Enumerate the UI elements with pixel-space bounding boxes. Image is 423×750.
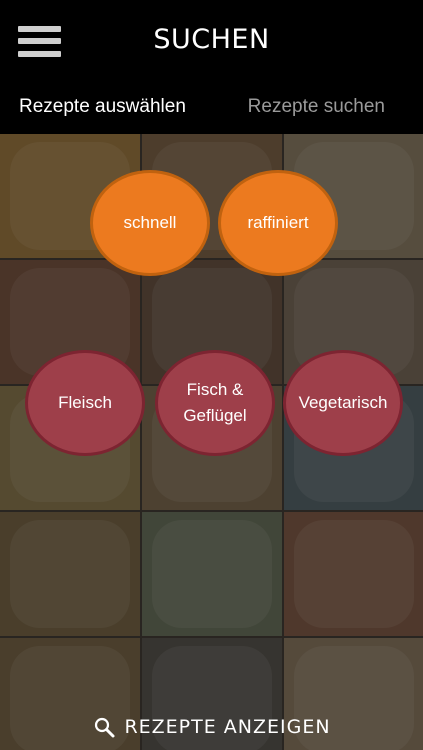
tab-rezepte-suchen[interactable]: Rezepte suchen — [248, 96, 385, 118]
filter-raffiniert-button[interactable]: raffiniert — [218, 170, 338, 276]
filter-vegetarisch-button[interactable]: Vegetarisch — [283, 350, 403, 456]
show-recipes-label: REZEPTE ANZEIGEN — [124, 716, 331, 738]
filter-label: Vegetarisch — [298, 393, 388, 412]
show-recipes-button[interactable]: REZEPTE ANZEIGEN — [0, 704, 423, 750]
filter-label: schnell — [123, 213, 177, 232]
filter-fleisch-button[interactable]: Fleisch — [25, 350, 145, 456]
tab-bar: Rezepte auswählen Rezepte suchen — [0, 84, 423, 134]
tab-rezepte-auswaehlen[interactable]: Rezepte auswählen — [19, 96, 186, 118]
filter-label: Fleisch — [58, 393, 112, 412]
page-title: SUCHEN — [153, 24, 270, 55]
filter-label: Fisch & Geflügel — [183, 380, 247, 425]
filter-label: raffiniert — [247, 213, 309, 232]
filter-fisch-gefluegel-button[interactable]: Fisch & Geflügel — [155, 350, 275, 456]
app-header: SUCHEN — [0, 0, 423, 84]
search-icon — [95, 717, 115, 738]
filter-schnell-button[interactable]: schnell — [90, 170, 210, 276]
